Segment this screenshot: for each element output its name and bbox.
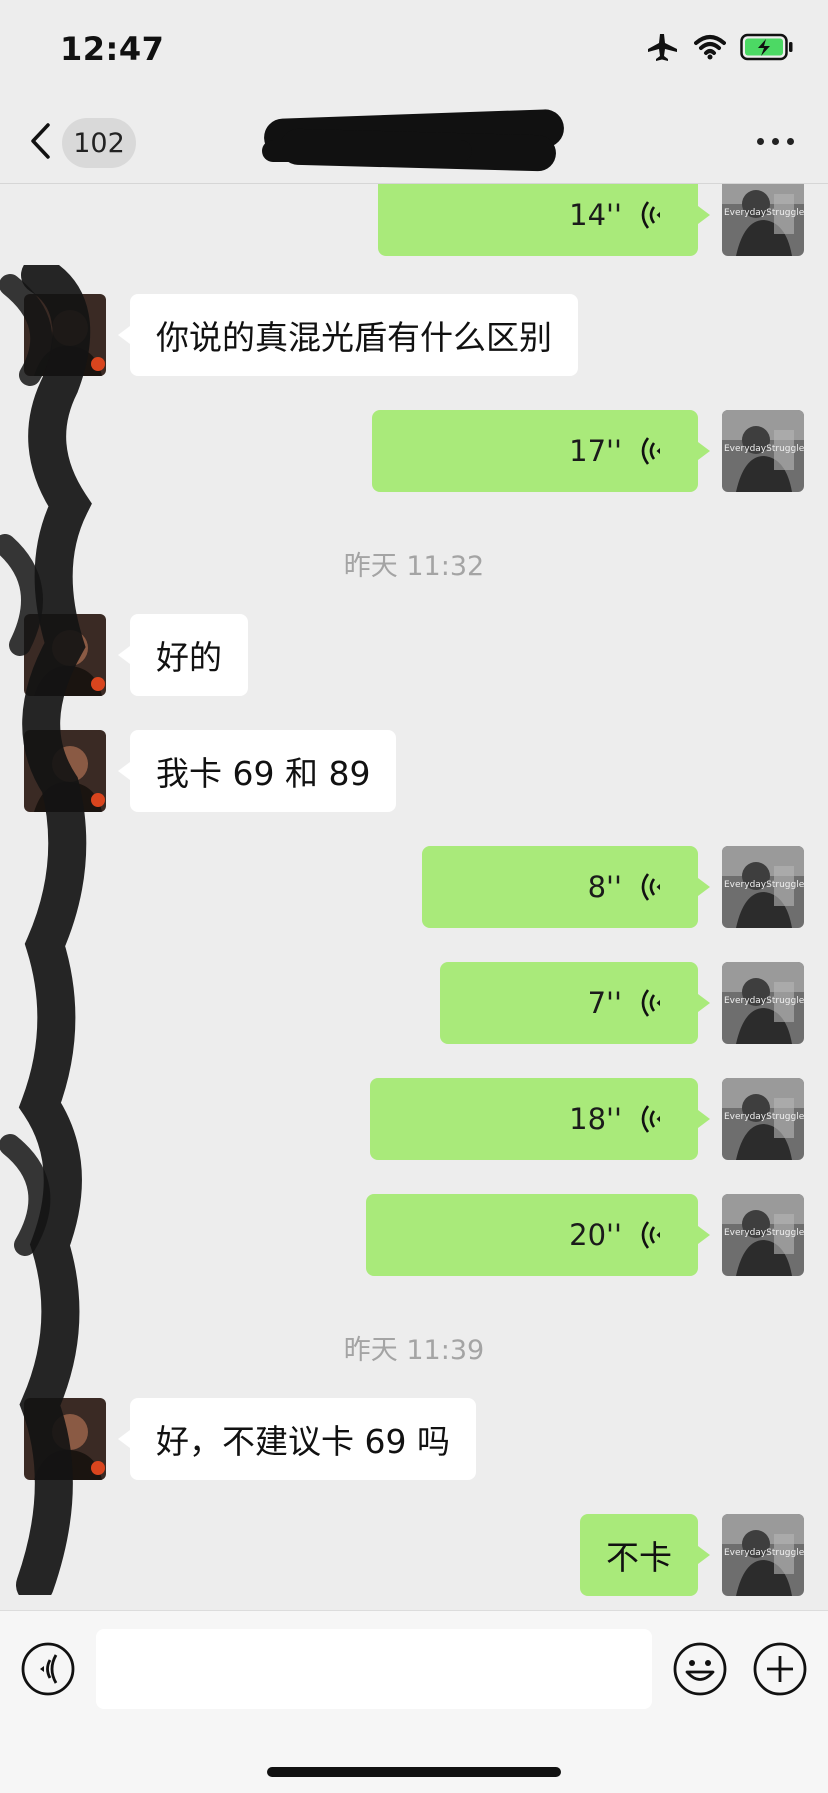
voice-message-bubble[interactable]: 8'' [422,846,710,928]
voice-duration: 17'' [569,434,622,468]
more-dots-icon [757,138,764,145]
voice-mode-icon [21,1642,75,1696]
self-avatar[interactable]: EverydayStruggle [722,1194,804,1276]
voice-wave-icon [640,435,664,467]
voice-message-bubble[interactable]: 17'' [372,410,710,492]
voice-wave-icon [640,871,664,903]
avatar-caption: EverydayStruggle [724,880,804,890]
status-time: 12:47 [60,30,165,68]
self-avatar[interactable]: EverydayStruggle [722,1514,804,1596]
avatar-caption: EverydayStruggle [724,996,804,1006]
wifi-icon [694,34,726,60]
message-text: 我卡 69 和 89 [156,754,371,793]
self-avatar[interactable]: EverydayStruggle [722,1078,804,1160]
text-message-bubble[interactable]: 我卡 69 和 89 [117,730,397,812]
message-text: 好，不建议卡 69 吗 [156,1422,450,1461]
self-avatar[interactable]: EverydayStruggle [722,184,804,256]
status-bar: 12:47 [0,0,828,100]
voice-wave-icon [640,199,664,231]
voice-wave-icon [640,987,664,1019]
nav-bar: 102 [0,100,828,184]
timestamp: 昨天 11:39 [343,1335,485,1366]
contact-avatar[interactable] [24,614,106,696]
emoji-icon [673,1642,727,1696]
avatar-caption: EverydayStruggle [724,444,804,454]
avatar-caption: EverydayStruggle [724,1112,804,1122]
text-message-bubble[interactable]: 你说的真混光盾有什么区别 [118,294,578,376]
message-input-bar [0,1610,828,1793]
voice-duration: 7'' [587,986,622,1020]
text-message-bubble[interactable]: 不卡 [580,1514,710,1596]
message-text: 你说的真混光盾有什么区别 [156,318,552,357]
contact-avatar[interactable] [24,1398,106,1480]
chevron-left-icon [28,121,52,165]
avatar-caption: EverydayStruggle [724,208,804,218]
self-avatar[interactable]: EverydayStruggle [722,846,804,928]
self-avatar[interactable]: EverydayStruggle [722,962,804,1044]
voice-message-bubble[interactable]: 7'' [440,962,710,1044]
contact-avatar[interactable] [24,294,106,376]
emoji-button[interactable] [672,1641,728,1701]
more-functions-button[interactable] [752,1641,808,1701]
voice-message-bubble[interactable]: 18'' [370,1078,710,1160]
voice-duration: 8'' [587,870,622,904]
avatar-caption: EverydayStruggle [724,1228,804,1238]
voice-duration: 18'' [569,1102,622,1136]
message-input[interactable] [96,1629,652,1709]
voice-message-bubble[interactable]: 14'' [378,184,710,256]
status-icons [646,32,794,62]
self-avatar[interactable]: EverydayStruggle [722,410,804,492]
chat-message-list[interactable]: 14'' EverydayStruggle 你说的真混光盾有什么区别 17'' [0,184,828,1610]
voice-duration: 14'' [569,198,622,232]
battery-charging-icon [740,33,794,61]
plus-icon [753,1642,807,1696]
airplane-icon [646,32,680,62]
contact-avatar[interactable] [24,730,106,812]
timestamp: 昨天 11:32 [343,551,485,582]
voice-mode-button[interactable] [20,1641,76,1701]
text-message-bubble[interactable]: 好的 [118,614,248,696]
avatar-caption: EverydayStruggle [724,1548,804,1558]
message-text: 好的 [156,638,222,677]
message-text: 不卡 [606,1538,672,1577]
voice-wave-icon [640,1103,664,1135]
chat-title-redacted [262,108,572,172]
home-indicator[interactable] [267,1767,561,1777]
voice-wave-icon [640,1219,664,1251]
text-message-bubble[interactable]: 好，不建议卡 69 吗 [118,1398,476,1480]
voice-message-bubble[interactable]: 20'' [366,1194,710,1276]
back-button[interactable]: 102 [28,118,136,168]
more-options-button[interactable] [757,138,794,145]
unread-count-badge: 102 [62,118,136,168]
voice-duration: 20'' [569,1218,622,1252]
